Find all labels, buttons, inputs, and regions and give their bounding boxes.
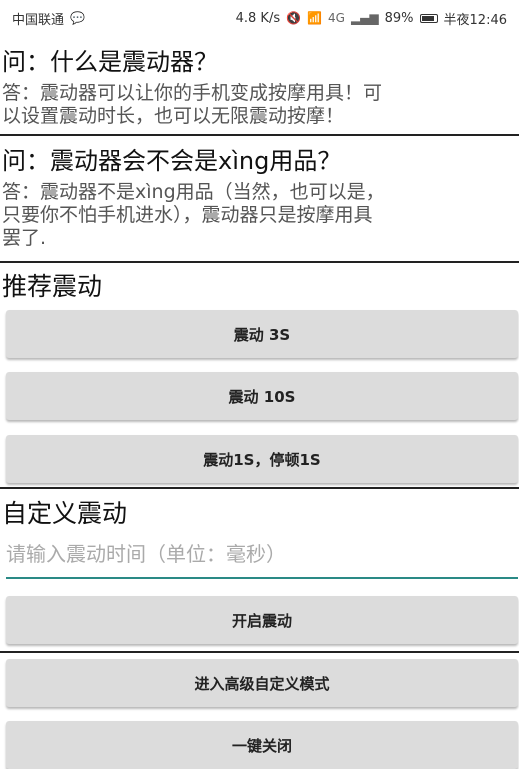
signal-icon: ▂▄▆ (350, 11, 379, 25)
vibrate-10s-button[interactable]: 震动 10S (6, 372, 518, 420)
faq-question-1: 问：什么是震动器？ (2, 48, 218, 76)
duration-input[interactable] (6, 535, 518, 579)
divider (0, 261, 519, 263)
divider (0, 134, 519, 136)
vibrate-3s-button[interactable]: 震动 3S (6, 310, 518, 358)
faq-question-2: 问：震动器会不会是xìng用品？ (2, 147, 342, 175)
mute-icon: 🔇 (286, 11, 302, 25)
battery-percent: 89% (384, 10, 414, 26)
divider (0, 651, 519, 653)
chat-bubble-icon: 💬 (70, 11, 85, 25)
clock: 半夜12:46 (443, 12, 507, 28)
carrier-name: 中国联通 (12, 12, 65, 28)
faq-answer-2: 答：震动器不是xìng用品（当然，也可以是， 只要你不怕手机进水），震动器只是按… (2, 181, 385, 249)
advanced-mode-button[interactable]: 进入高级自定义模式 (6, 659, 518, 707)
divider (0, 487, 519, 489)
start-vibration-button[interactable]: 开启震动 (6, 596, 518, 644)
status-bar: 中国联通 💬 4.8 K/s 🔇 📶 4G ▂▄▆ 89% 半夜12:46 (0, 0, 519, 36)
vibrate-pulse-button[interactable]: 震动1S，停顿1S (6, 435, 518, 483)
faq-answer-1: 答：震动器可以让你的手机变成按摩用具！可 以设置震动时长，也可以无限震动按摩！ (2, 82, 383, 127)
wifi-icon: 📶 (307, 11, 322, 25)
stop-all-button[interactable]: 一键关闭 (6, 721, 518, 769)
custom-title: 自定义震动 (2, 499, 128, 528)
network-type-label: 4G (328, 11, 345, 25)
network-speed: 4.8 K/s (235, 10, 281, 26)
duration-input-wrapper (6, 535, 518, 579)
recommended-title: 推荐震动 (2, 272, 103, 301)
battery-icon (419, 13, 438, 23)
